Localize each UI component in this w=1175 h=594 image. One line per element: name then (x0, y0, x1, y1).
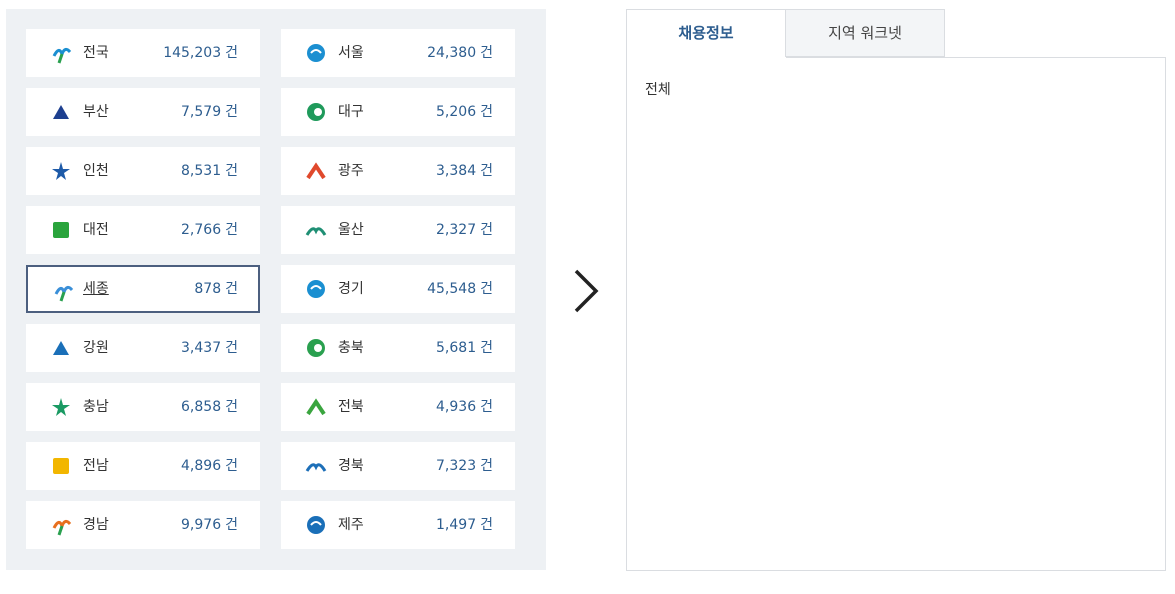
region-card[interactable]: 서울 24,380 건 (281, 29, 515, 77)
region-count: 24,380 건 (427, 45, 493, 61)
region-grid: 전국 145,203 건 서울 24,380 건부산 7,579 건 대구 5,206 건인천 8,5… (6, 9, 546, 570)
incheon-emblem-icon (50, 160, 72, 182)
region-count: 4,936 건 (436, 399, 493, 415)
chungnam-emblem-icon (50, 396, 72, 418)
region-name: 광주 (338, 163, 364, 179)
gyeongnam-emblem-icon (50, 514, 72, 536)
next-arrow-button[interactable] (568, 267, 608, 315)
content-panel: 전체 (626, 57, 1166, 571)
region-count: 3,384 건 (436, 163, 493, 179)
count-unit: 건 (225, 281, 238, 297)
region-name: 전남 (83, 458, 109, 474)
region-name: 부산 (83, 104, 109, 120)
nation-emblem-icon (50, 42, 72, 64)
region-count: 878 건 (194, 281, 238, 297)
count-unit: 건 (225, 222, 238, 238)
region-card[interactable]: 충북 5,681 건 (281, 324, 515, 372)
gyeonggi-emblem-icon (305, 278, 327, 300)
region-card[interactable]: 경북 7,323 건 (281, 442, 515, 490)
region-count: 45,548 건 (427, 281, 493, 297)
region-count: 7,323 건 (436, 458, 493, 474)
region-card[interactable]: 전북 4,936 건 (281, 383, 515, 431)
region-name: 제주 (338, 517, 364, 533)
busan-emblem-icon (50, 101, 72, 123)
ulsan-emblem-icon (305, 219, 327, 241)
count-unit: 건 (225, 340, 238, 356)
count-unit: 건 (480, 222, 493, 238)
region-card[interactable]: 제주 1,497 건 (281, 501, 515, 549)
region-name: 대구 (338, 104, 364, 120)
region-card[interactable]: 인천 8,531 건 (26, 147, 260, 195)
count-unit: 건 (225, 399, 238, 415)
region-card[interactable]: 세종 878 건 (26, 265, 260, 313)
count-unit: 건 (480, 399, 493, 415)
seoul-emblem-icon (305, 42, 327, 64)
count-unit: 건 (480, 45, 493, 61)
region-count: 2,766 건 (181, 222, 238, 238)
region-card[interactable]: 대구 5,206 건 (281, 88, 515, 136)
region-count: 5,206 건 (436, 104, 493, 120)
region-name: 경기 (338, 281, 364, 297)
region-count: 3,437 건 (181, 340, 238, 356)
count-unit: 건 (480, 340, 493, 356)
region-count: 8,531 건 (181, 163, 238, 179)
region-count: 9,976 건 (181, 517, 238, 533)
tab-regional-worknet[interactable]: 지역 워크넷 (785, 9, 945, 57)
region-name: 경남 (83, 517, 109, 533)
region-card[interactable]: 전국 145,203 건 (26, 29, 260, 77)
gangwon-emblem-icon (50, 337, 72, 359)
count-unit: 건 (480, 104, 493, 120)
region-count: 1,497 건 (436, 517, 493, 533)
region-name: 대전 (83, 222, 109, 238)
region-count: 6,858 건 (181, 399, 238, 415)
count-unit: 건 (225, 45, 238, 61)
daejeon-emblem-icon (50, 219, 72, 241)
count-unit: 건 (225, 163, 238, 179)
region-card[interactable]: 경기 45,548 건 (281, 265, 515, 313)
count-unit: 건 (480, 517, 493, 533)
region-name: 전국 (83, 45, 109, 61)
region-name: 충남 (83, 399, 109, 415)
gwangju-emblem-icon (305, 160, 327, 182)
region-count: 4,896 건 (181, 458, 238, 474)
count-unit: 건 (480, 458, 493, 474)
tab-job-info[interactable]: 채용정보 (626, 9, 786, 57)
region-count: 7,579 건 (181, 104, 238, 120)
daegu-emblem-icon (305, 101, 327, 123)
jeju-emblem-icon (305, 514, 327, 536)
region-name: 충북 (338, 340, 364, 356)
region-card[interactable]: 광주 3,384 건 (281, 147, 515, 195)
region-card[interactable]: 전남 4,896 건 (26, 442, 260, 490)
region-card[interactable]: 경남 9,976 건 (26, 501, 260, 549)
content-label: 전체 (645, 82, 671, 98)
count-unit: 건 (225, 517, 238, 533)
region-card[interactable]: 부산 7,579 건 (26, 88, 260, 136)
region-card[interactable]: 울산 2,327 건 (281, 206, 515, 254)
region-card[interactable]: 강원 3,437 건 (26, 324, 260, 372)
region-card[interactable]: 충남 6,858 건 (26, 383, 260, 431)
jeonbuk-emblem-icon (305, 396, 327, 418)
region-name: 인천 (83, 163, 109, 179)
gyeongbuk-emblem-icon (305, 455, 327, 477)
count-unit: 건 (225, 104, 238, 120)
count-unit: 건 (225, 458, 238, 474)
region-name: 울산 (338, 222, 364, 238)
jeonnam-emblem-icon (50, 455, 72, 477)
region-count: 2,327 건 (436, 222, 493, 238)
region-name: 서울 (338, 45, 364, 61)
count-unit: 건 (480, 163, 493, 179)
region-count: 145,203 건 (163, 45, 238, 61)
region-count: 5,681 건 (436, 340, 493, 356)
region-name: 경북 (338, 458, 364, 474)
chevron-right-icon (574, 269, 599, 313)
chungbuk-emblem-icon (305, 337, 327, 359)
region-name: 전북 (338, 399, 364, 415)
region-name: 강원 (83, 340, 109, 356)
region-name: 세종 (83, 281, 109, 297)
region-card[interactable]: 대전 2,766 건 (26, 206, 260, 254)
sejong-emblem-icon (52, 280, 74, 302)
count-unit: 건 (480, 281, 493, 297)
